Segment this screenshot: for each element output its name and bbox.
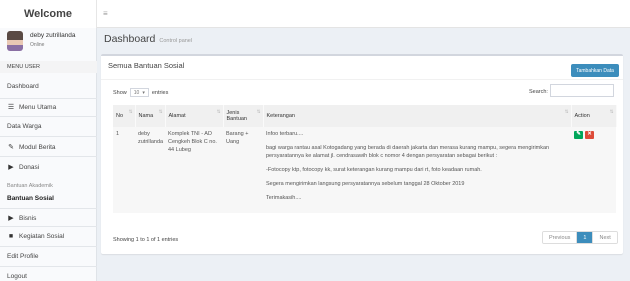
bantuan-table: No ⇅ Nama ⇅ Alamat ⇅ Jenis Bantuan ⇅ Keteran…: [113, 105, 617, 213]
divider: [0, 266, 97, 267]
column-header-alamat[interactable]: Alamat ⇅: [165, 105, 224, 127]
sidebar-item-label: Bisnis: [19, 214, 37, 222]
divider: [0, 246, 97, 247]
user-status: Online: [30, 42, 45, 48]
sidebar-item-label: Donasi: [19, 163, 40, 171]
sidebar-item-label: Kegiatan Sosial: [19, 233, 65, 240]
top-navbar: Welcome ≡: [0, 0, 630, 28]
sidebar-item-label: Bantuan Sosial: [7, 195, 54, 202]
divider: [0, 98, 97, 99]
sort-icon: ⇅: [256, 109, 261, 114]
pagination: Previous 1 Next: [542, 231, 618, 244]
entries-length: Show 10 ▾ entries: [113, 88, 168, 97]
sidebar-item-dashboard[interactable]: Dashboard: [0, 83, 97, 90]
box-title: Semua Bantuan Sosial: [108, 61, 185, 70]
caret-right-icon: ▶: [8, 215, 14, 222]
table-row: 1 deby zutrillanda Komplek TNI - AD Ceng…: [113, 127, 616, 213]
sidebar: deby zutrillanda Online MENU USER Dashbo…: [0, 28, 97, 281]
column-header-keterangan[interactable]: Keterangan ⇅: [263, 105, 572, 127]
search-input[interactable]: [550, 84, 614, 97]
sort-icon: ⇅: [609, 109, 614, 114]
entries-label: entries: [151, 89, 169, 96]
column-header-nama[interactable]: Nama ⇅: [135, 105, 166, 127]
sidebar-item-donasi[interactable]: ▶ Donasi: [0, 163, 97, 172]
sidebar-subitem-bantuan-akademik[interactable]: Bantuan Akademik: [0, 183, 97, 189]
divider: [0, 116, 97, 117]
edit-icon: ✎: [576, 131, 581, 138]
keterangan-line: -Fotocopy ktp, fotocopy kk, surat ketera…: [266, 166, 482, 173]
page-header: Dashboard Control panel: [104, 33, 192, 45]
sidebar-item-label: Edit Profile: [7, 253, 39, 260]
sidebar-item-label: Data Warga: [7, 123, 42, 130]
chevron-down-icon: ▾: [142, 89, 145, 96]
row-actions: ✎ ✕: [574, 131, 613, 139]
divider: [0, 136, 97, 137]
entries-select[interactable]: 10 ▾: [129, 88, 149, 97]
sidebar-item-modul-berita[interactable]: ✎ Modul Berita: [0, 143, 97, 152]
menu-header: MENU USER: [0, 61, 97, 73]
close-icon: ✕: [587, 131, 592, 138]
divider: [0, 156, 97, 157]
cell-nama: deby zutrillanda: [135, 127, 165, 213]
pagination-next[interactable]: Next: [593, 232, 617, 243]
sidebar-item-label: Menu Utama: [19, 103, 57, 111]
divider: [0, 208, 97, 209]
sidebar-item-edit-profile[interactable]: Edit Profile: [0, 253, 97, 260]
pagination-page-1[interactable]: 1: [576, 232, 594, 243]
sidebar-item-bisnis[interactable]: ▶ Bisnis: [0, 214, 97, 223]
user-name: deby zutrillanda: [30, 32, 76, 39]
add-data-button[interactable]: Tambahkan Data: [571, 64, 619, 77]
caret-right-icon: ▶: [8, 164, 14, 171]
list-icon: ☰: [7, 104, 15, 111]
sidebar-item-logout[interactable]: Logout: [0, 273, 97, 280]
sidebar-item-label: Dashboard: [7, 83, 39, 90]
cell-keterangan: Infoo terbaru.... bagi warga rantau asal…: [263, 127, 571, 213]
keterangan-line: bagi warga rantau asal Kotogadang yang b…: [266, 144, 550, 159]
pencil-icon: ✎: [8, 144, 14, 151]
column-header-jenis-bantuan[interactable]: Jenis Bantuan ⇅: [223, 105, 264, 127]
sidebar-item-label: Modul Berita: [19, 143, 56, 151]
entries-select-value: 10: [133, 89, 140, 96]
cell-action: ✎ ✕: [571, 127, 616, 213]
avatar: [7, 31, 23, 51]
column-header-no[interactable]: No ⇅: [113, 105, 136, 127]
sidebar-toggle-icon[interactable]: ≡: [103, 9, 108, 18]
sidebar-item-kegiatan-sosial[interactable]: ■ Kegiatan Sosial: [0, 233, 97, 240]
edit-button[interactable]: ✎: [574, 131, 583, 139]
keterangan-line: Terimakasih....: [266, 194, 302, 201]
cell-jenis-bantuan: Barang + Uang: [223, 127, 263, 213]
delete-button[interactable]: ✕: [585, 131, 594, 139]
user-panel: deby zutrillanda Online: [0, 28, 96, 56]
sort-icon: ⇅: [158, 109, 163, 114]
cell-no: 1: [113, 127, 135, 213]
sidebar-item-menu-utama[interactable]: ☰ Menu Utama: [0, 103, 97, 112]
keterangan-line: Infoo terbaru....: [266, 131, 304, 137]
book-icon: ■: [8, 233, 14, 240]
show-label: Show: [113, 89, 127, 96]
table-info: Showing 1 to 1 of 1 entries: [113, 237, 179, 243]
sidebar-subitem-bantuan-sosial[interactable]: Bantuan Sosial: [0, 195, 97, 202]
divider: [101, 79, 623, 80]
brand-logo[interactable]: Welcome: [0, 0, 97, 28]
page-subtitle: Control panel: [159, 38, 193, 44]
search-label: Search:: [529, 89, 548, 95]
column-header-action[interactable]: Action ⇅: [571, 105, 617, 127]
keterangan-line: Segera mengirimkan langsung persyaratann…: [266, 180, 465, 187]
bantuan-sosial-box: Semua Bantuan Sosial Tambahkan Data Show…: [101, 54, 623, 254]
sort-icon: ⇅: [564, 109, 569, 114]
sidebar-item-label: Logout: [7, 273, 27, 280]
sort-icon: ⇅: [216, 109, 221, 114]
sort-icon: ⇅: [128, 109, 133, 114]
sidebar-item-label: Bantuan Akademik: [7, 183, 53, 189]
sidebar-item-data-warga[interactable]: Data Warga: [0, 123, 97, 130]
divider: [0, 226, 97, 227]
pagination-previous[interactable]: Previous: [543, 232, 577, 243]
page-title: Dashboard: [104, 33, 156, 45]
table-header-row: No ⇅ Nama ⇅ Alamat ⇅ Jenis Bantuan ⇅ Keteran…: [113, 105, 617, 127]
cell-alamat: Komplek TNI - AD Cengkeh Blok C no. 44 L…: [165, 127, 223, 213]
